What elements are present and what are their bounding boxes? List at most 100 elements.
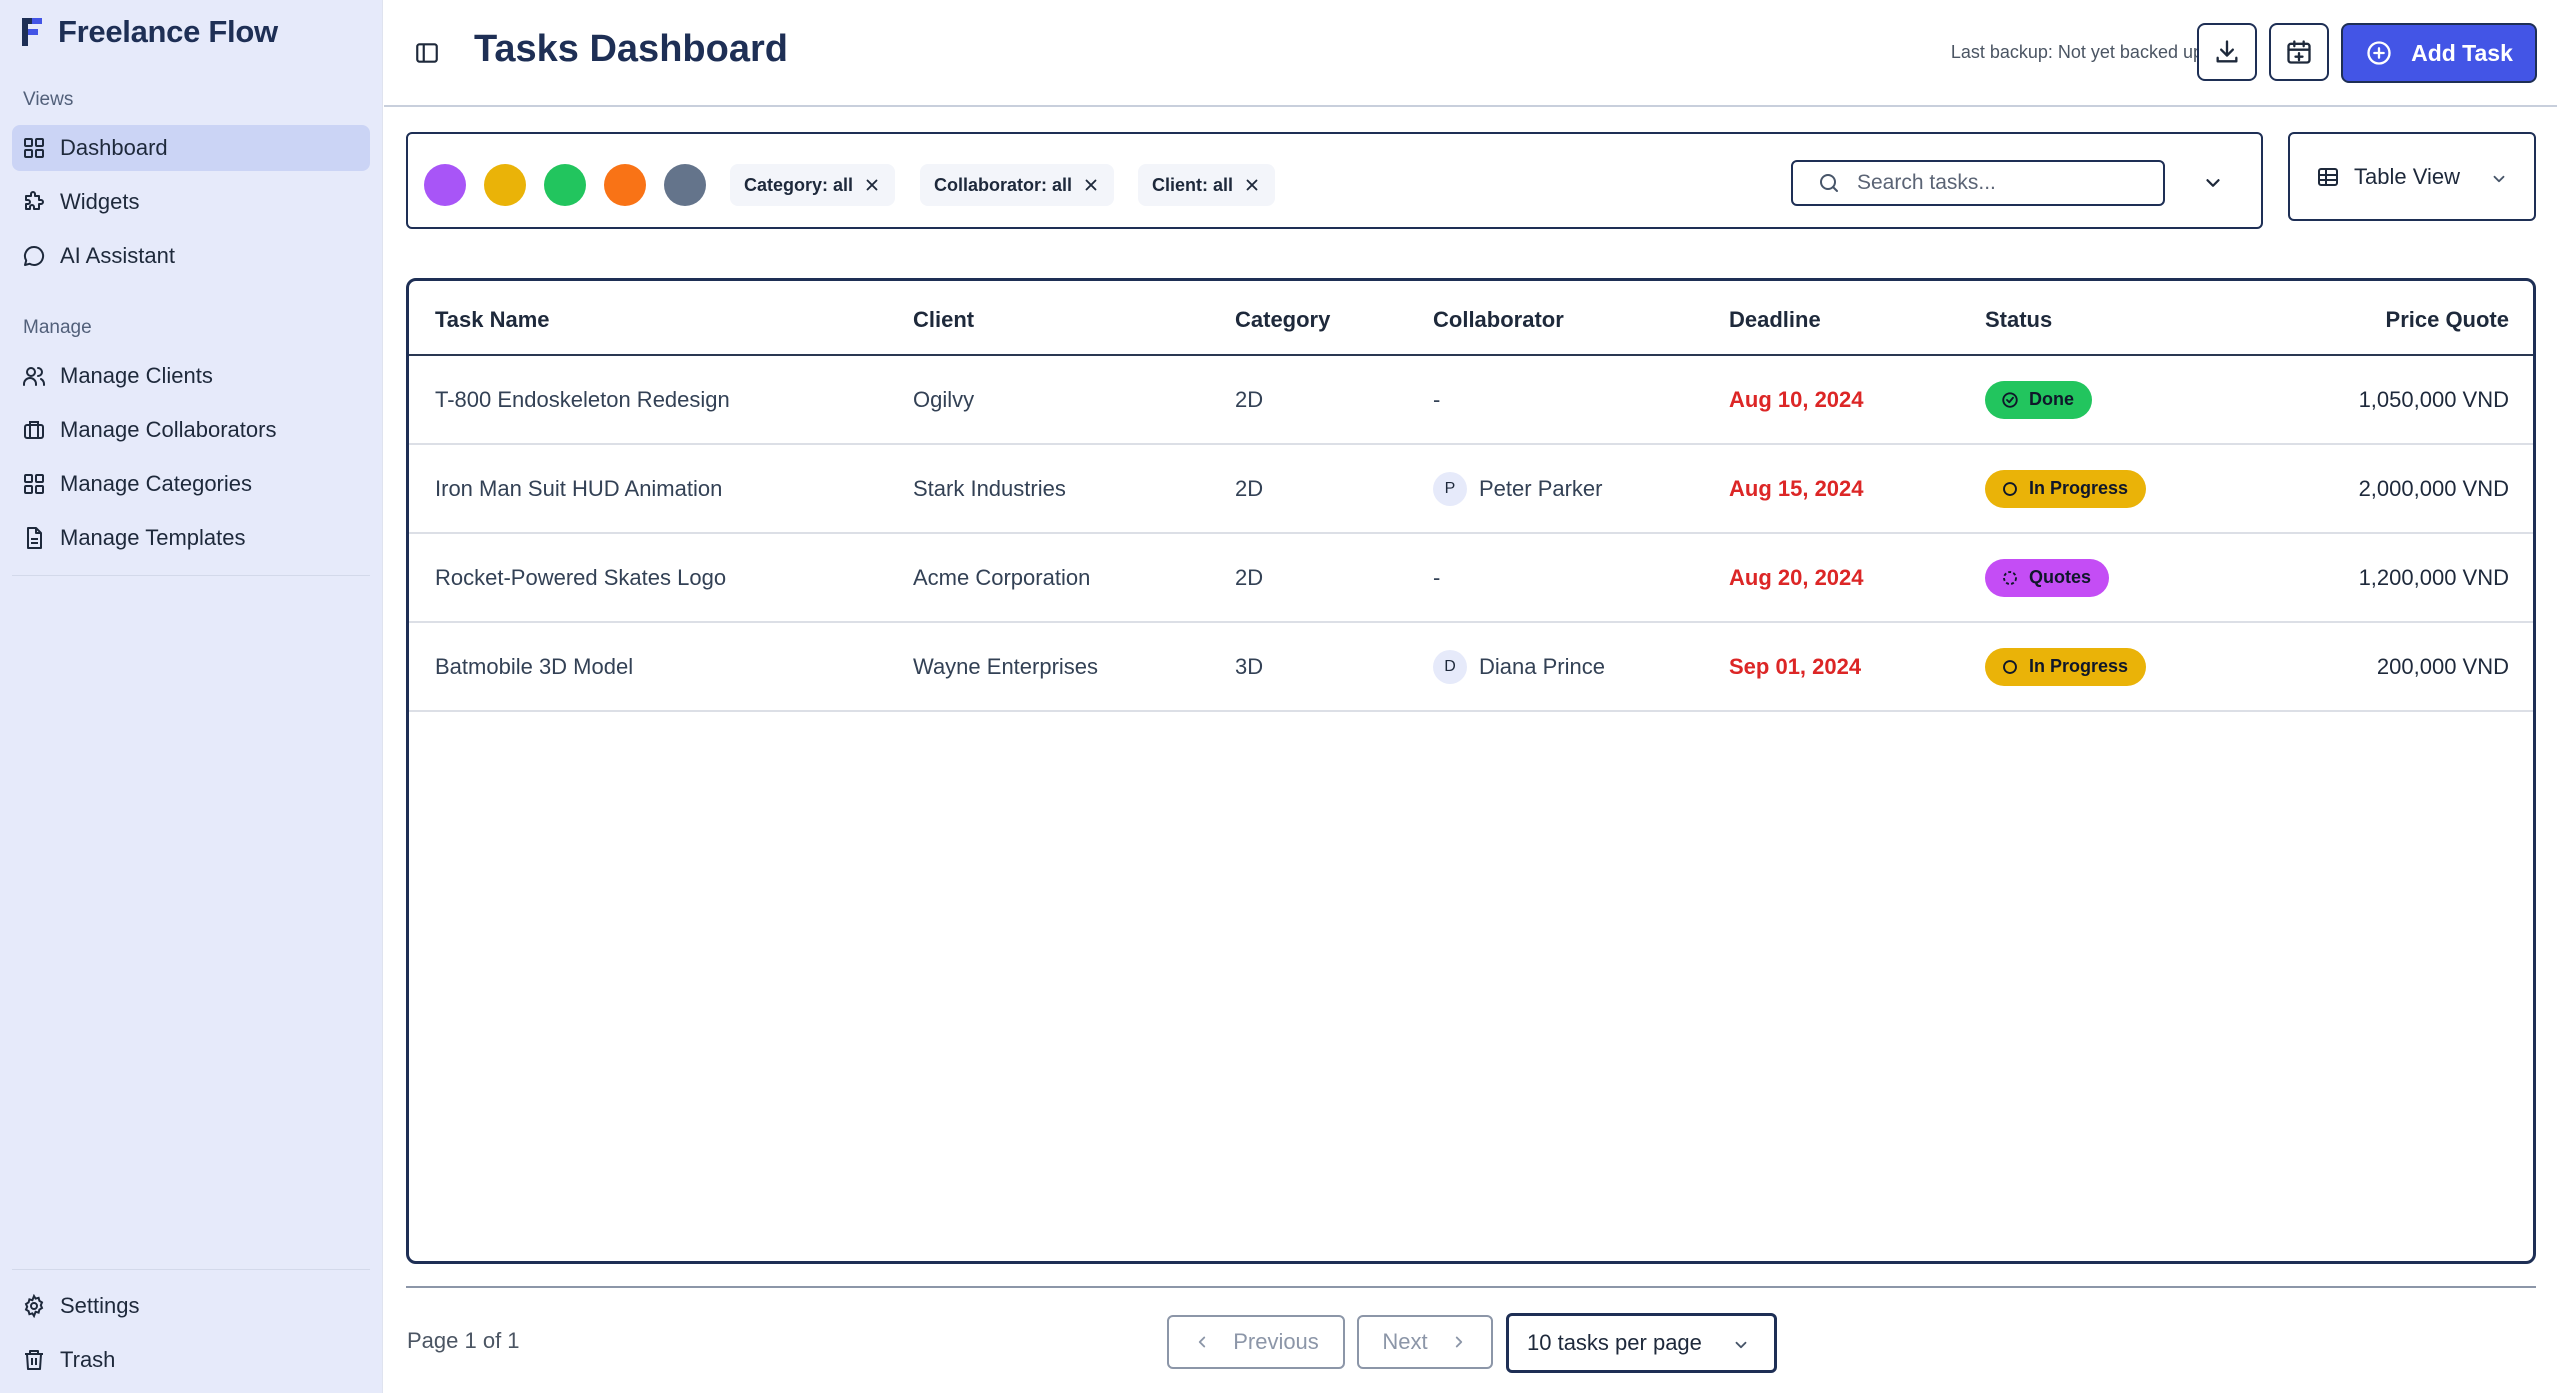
sidebar: Freelance Flow Views Dashboard Widgets A… [0,0,383,1393]
close-icon[interactable] [1243,176,1261,194]
add-task-button[interactable]: Add Task [2341,23,2537,83]
client-name: Stark Industries [913,475,1066,501]
column-header-deadline[interactable]: Deadline [1729,307,1821,333]
status-label: Done [2029,389,2074,409]
price-quote: 200,000 VND [2376,653,2509,679]
column-header-client[interactable]: Client [913,307,974,333]
price-quote: 1,200,000 VND [2358,564,2509,590]
grid-icon [24,474,44,494]
column-header-status[interactable]: Status [1985,307,2052,333]
calendar-button[interactable] [2269,23,2329,81]
table-row[interactable]: Batmobile 3D Model Wayne Enterprises 3D … [409,623,2533,712]
table-icon [2318,167,2338,186]
per-page-label: 10 tasks per page [1527,1330,1702,1355]
status-label: In Progress [2029,656,2129,676]
collaborator: - [1433,356,1440,443]
deadline: Aug 10, 2024 [1729,386,1864,412]
tasks-per-page-select[interactable]: 10 tasks per page [1506,1313,1777,1373]
search-box[interactable] [1791,160,2165,206]
avatar: P [1433,471,1467,506]
status-badge[interactable]: In Progress [1985,469,2147,508]
puzzle-icon [25,191,44,210]
chevron-left-icon [1199,1336,1206,1348]
column-header-price-quote[interactable]: Price Quote [2386,307,2509,333]
sidebar-item-label: Settings [60,1293,140,1318]
task-name: T-800 Endoskeleton Redesign [435,386,730,412]
status: In Progress [1985,445,2147,532]
grid-icon [24,138,44,158]
views-section-label: Views [23,89,74,110]
close-icon[interactable] [863,176,881,194]
briefcase-icon [24,421,44,439]
status-filter-dot[interactable] [664,164,706,206]
sidebar-item-label: AI Assistant [60,243,175,268]
collaborator-name: - [1433,386,1441,412]
calendar-plus-icon [2287,40,2311,64]
sidebar-item-trash[interactable]: Trash [12,1337,370,1383]
collaborator-name: Diana Prince [1479,653,1605,679]
sidebar-divider [12,1269,370,1270]
price-quote: 1,050,000 VND [2358,386,2509,412]
view-mode-label: Table View [2354,163,2460,189]
sidebar-item-label: Manage Clients [60,363,213,388]
status-badge[interactable]: Quotes [1985,558,2110,597]
sidebar-item-ai-assistant[interactable]: AI Assistant [12,233,370,279]
next-page-button[interactable]: Next [1357,1315,1493,1369]
status: In Progress [1985,623,2147,710]
task-name: Iron Man Suit HUD Animation [435,475,723,501]
sidebar-divider [12,575,370,576]
search-input[interactable] [1857,171,2137,195]
client-filter-chip[interactable]: Client: all [1138,164,1276,206]
table-row[interactable]: Iron Man Suit HUD Animation Stark Indust… [409,445,2533,534]
status-badge[interactable]: Done [1985,380,2092,419]
sidebar-item-manage-clients[interactable]: Manage Clients [12,353,370,399]
table-header: Task Name Client Category Collaborator D… [409,281,2533,356]
view-mode-select[interactable]: Table View [2288,132,2536,221]
category: 2D [1235,386,1264,412]
sidebar-item-label: Manage Collaborators [60,417,277,442]
status-filter-dot[interactable] [544,164,586,206]
table-row[interactable]: Rocket-Powered Skates Logo Acme Corporat… [409,534,2533,623]
avatar: D [1433,649,1467,684]
collaborator: P Peter Parker [1433,445,1603,532]
task-name: Batmobile 3D Model [435,653,634,679]
deadline: Aug 15, 2024 [1729,475,1864,501]
sidebar-item-label: Dashboard [60,135,168,160]
table-row[interactable]: T-800 Endoskeleton Redesign Ogilvy 2D - … [409,356,2533,445]
sidebar-item-label: Widgets [60,189,140,214]
category-filter-chip[interactable]: Category: all [730,164,896,206]
expand-filters-icon[interactable] [2202,172,2224,194]
status-filter-dot[interactable] [424,164,466,206]
close-icon[interactable] [1082,176,1100,194]
sidebar-item-settings[interactable]: Settings [12,1283,370,1329]
collaborator-filter-chip[interactable]: Collaborator: all [920,164,1115,206]
sidebar-item-dashboard[interactable]: Dashboard [12,125,370,171]
task-name: Rocket-Powered Skates Logo [435,564,727,590]
chevron-down-icon [1735,1341,1747,1349]
status-badge[interactable]: In Progress [1985,647,2147,686]
page-info: Page 1 of 1 [407,1328,520,1353]
category: 2D [1235,564,1264,590]
download-backup-button[interactable] [2197,23,2257,81]
brand[interactable]: Freelance Flow [16,14,278,50]
add-task-label: Add Task [2411,39,2513,66]
status-filter-dot[interactable] [604,164,646,206]
collaborator: D Diana Prince [1433,623,1605,710]
previous-page-button[interactable]: Previous [1167,1315,1345,1369]
search-icon [1820,174,1838,192]
column-header-collaborator[interactable]: Collaborator [1433,307,1564,333]
price-quote: 2,000,000 VND [2358,475,2509,501]
chat-bubble-icon [24,245,45,266]
sidebar-item-manage-collaborators[interactable]: Manage Collaborators [12,407,370,453]
status: Done [1985,356,2092,443]
sidebar-toggle-button[interactable] [412,38,442,68]
sidebar-item-widgets[interactable]: Widgets [12,179,370,225]
tasks-table: Task Name Client Category Collaborator D… [406,278,2536,1264]
column-header-task-name[interactable]: Task Name [435,307,550,333]
column-header-category[interactable]: Category [1235,307,1330,333]
sidebar-item-manage-templates[interactable]: Manage Templates [12,515,370,561]
status-filter-dot[interactable] [484,164,526,206]
chevron-right-icon [1455,1336,1462,1348]
previous-label: Previous [1233,1329,1319,1354]
sidebar-item-manage-categories[interactable]: Manage Categories [12,461,370,507]
